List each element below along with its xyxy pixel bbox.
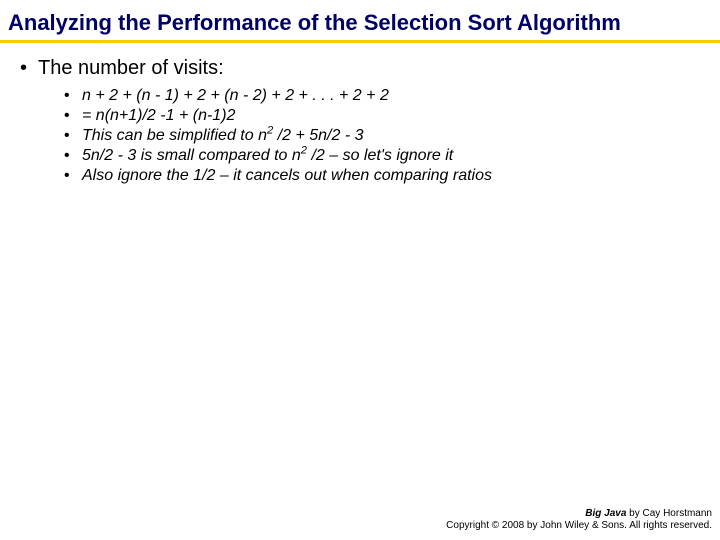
inner-bullet: • n + 2 + (n - 1) + 2 + (n - 2) + 2 + . … [64, 86, 702, 106]
bullet-dot: • [18, 57, 38, 80]
slide-body: • The number of visits: • n + 2 + (n - 1… [0, 43, 720, 186]
footer: Big Java by Cay Horstmann Copyright © 20… [446, 508, 712, 532]
inner-bullet-text: This can be simplified to n2 /2 + 5n/2 -… [82, 126, 702, 146]
inner-bullet: • 5n/2 - 3 is small compared to n2 /2 – … [64, 146, 702, 166]
inner-bullet: • = n(n+1)/2 -1 + (n-1)2 [64, 106, 702, 126]
inner-list: • n + 2 + (n - 1) + 2 + (n - 2) + 2 + . … [18, 84, 702, 186]
inner-bullet: • Also ignore the 1/2 – it cancels out w… [64, 166, 702, 186]
footer-line-2: Copyright © 2008 by John Wiley & Sons. A… [446, 520, 712, 532]
outer-bullet-text: The number of visits: [38, 57, 224, 80]
bullet-dot: • [64, 106, 82, 126]
inner-bullet-text: n + 2 + (n - 1) + 2 + (n - 2) + 2 + . . … [82, 86, 702, 106]
bullet-dot: • [64, 166, 82, 186]
outer-bullet: • The number of visits: [18, 57, 702, 80]
bullet-dot: • [64, 86, 82, 106]
inner-bullet-text: = n(n+1)/2 -1 + (n-1)2 [82, 106, 702, 126]
footer-line-1: Big Java by Cay Horstmann [446, 508, 712, 520]
inner-bullet: • This can be simplified to n2 /2 + 5n/2… [64, 126, 702, 146]
inner-bullet-text: 5n/2 - 3 is small compared to n2 /2 – so… [82, 146, 702, 166]
inner-bullet-text: Also ignore the 1/2 – it cancels out whe… [82, 166, 702, 186]
bullet-dot: • [64, 126, 82, 146]
bullet-dot: • [64, 146, 82, 166]
slide-title: Analyzing the Performance of the Selecti… [0, 0, 720, 43]
